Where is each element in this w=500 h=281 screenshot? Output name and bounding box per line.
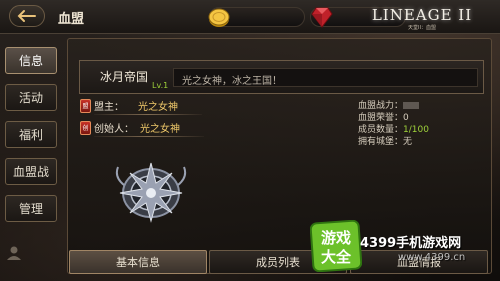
watermark-badge-top: 游戏 <box>321 229 351 247</box>
logo-subtitle: 天堂II：血盟 <box>408 25 436 31</box>
founder-row: 创 创始人： 光之女神 <box>80 120 204 137</box>
stat-castle-label: 拥有城堡： <box>358 137 404 147</box>
stat-honor: 血盟荣誉：0 <box>358 110 429 123</box>
watermark-site-name: 4399手机游戏网 <box>360 236 462 251</box>
clan-stats: 血盟战力： 血盟荣誉：0 成员数量：1/100 拥有城堡：无 <box>358 98 429 147</box>
nav-item-clan-war[interactable]: 血盟战 <box>5 158 57 185</box>
leader-row: 盟 盟主： 光之女神 <box>80 98 202 115</box>
stat-castle-value: 无 <box>403 137 413 147</box>
watermark-site-url: www.4399.cn <box>398 252 466 263</box>
stat-members: 成员数量：1/100 <box>358 122 429 135</box>
page-title: 血盟 <box>58 12 85 27</box>
nav-item-activity[interactable]: 活动 <box>5 84 57 111</box>
back-button[interactable] <box>9 5 45 27</box>
nav-item-info[interactable]: 信息 <box>5 47 57 74</box>
leader-badge: 盟 <box>80 98 91 113</box>
clan-motto: 光之女神，冰之王国！ <box>173 68 478 87</box>
clan-emblem-icon <box>115 162 187 223</box>
top-bar: 血盟 LINEAGE II 天堂II：血盟 <box>0 0 500 34</box>
gold-currency <box>208 7 305 27</box>
watermark-badge-bottom: 大全 <box>321 248 352 266</box>
clan-name: 冰月帝国 <box>100 70 149 84</box>
stat-castle: 拥有城堡：无 <box>358 134 429 147</box>
founder-badge: 创 <box>80 120 91 135</box>
divider <box>94 136 204 137</box>
leader-label: 盟主： <box>94 102 124 113</box>
nav-item-welfare[interactable]: 福利 <box>5 121 57 148</box>
founder-label: 创始人： <box>94 124 134 135</box>
stat-power: 血盟战力： <box>358 98 429 111</box>
tab-basic-info[interactable]: 基本信息 <box>69 250 207 274</box>
gold-coin-icon <box>208 8 230 27</box>
side-nav: 信息 活动 福利 血盟战 管理 <box>5 47 57 232</box>
stat-power-value-redacted <box>403 102 420 109</box>
clan-header: 冰月帝国 Lv.1 光之女神，冰之王国！ <box>79 60 484 94</box>
back-arrow-icon <box>17 10 36 22</box>
leader-value: 光之女神 <box>138 102 178 113</box>
game-logo: LINEAGE II 天堂II：血盟 <box>358 6 486 36</box>
divider <box>94 114 202 115</box>
person-icon[interactable] <box>6 245 22 261</box>
ruby-gem-icon <box>311 7 333 28</box>
logo-wordmark: LINEAGE II <box>371 6 473 24</box>
nav-item-manage[interactable]: 管理 <box>5 195 57 222</box>
watermark-badge: 游戏 大全 <box>310 220 362 272</box>
clan-level: Lv.1 <box>152 81 169 90</box>
founder-value: 光之女神 <box>140 124 180 135</box>
